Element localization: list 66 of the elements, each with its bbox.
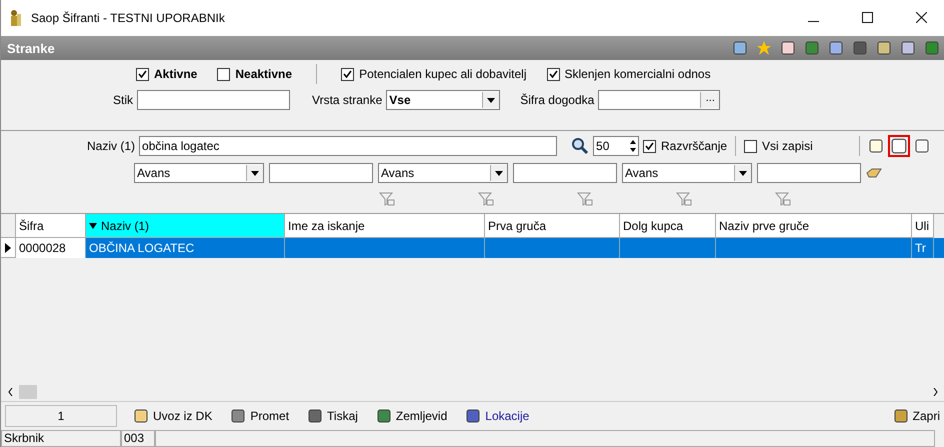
- checkbox-label: Aktivne: [154, 67, 198, 81]
- table-cell: OBČINA LOGATEC: [86, 238, 285, 258]
- scroll-right-icon[interactable]: [932, 388, 938, 396]
- table-cell: 0000028: [16, 238, 86, 258]
- type-dropdown[interactable]: Vse: [386, 90, 500, 110]
- checkbox[interactable]: [217, 68, 230, 80]
- star-icon[interactable]: [756, 40, 772, 56]
- event-code-field[interactable]: ...: [598, 90, 720, 110]
- toolbar-button[interactable]: Zemljevid: [374, 406, 450, 426]
- column-header[interactable]: Ime za iskanje: [285, 214, 485, 238]
- table-row[interactable]: 0000028 OBČINA LOGATEC Tr: [1, 238, 944, 258]
- filter-field[interactable]: [269, 163, 373, 183]
- filter-field[interactable]: [757, 163, 861, 183]
- checkbox[interactable]: [744, 140, 758, 152]
- field-label: Šifra dogodka: [520, 93, 594, 107]
- column-header[interactable]: Prva gruča: [485, 214, 620, 238]
- panel-title: Stranke: [7, 40, 56, 56]
- window-title: Saop Šifranti - TESTNI UPORABNIk: [31, 11, 226, 25]
- minimize-icon[interactable]: [808, 20, 818, 22]
- close-icon[interactable]: [916, 12, 926, 22]
- app-icon: [9, 9, 23, 27]
- stik-field[interactable]: [137, 90, 290, 110]
- filter-dropdown[interactable]: Avans: [378, 163, 508, 183]
- close-button[interactable]: Zapri: [890, 406, 942, 426]
- caret-icon: [251, 170, 259, 176]
- toolbar-button[interactable]: Uvoz iz DK: [131, 406, 214, 426]
- search-field[interactable]: občina logatec: [139, 136, 558, 156]
- filter-field[interactable]: [513, 163, 617, 183]
- checkbox-label: Vsi zapisi: [762, 139, 813, 153]
- checkbox[interactable]: [136, 68, 149, 80]
- search-icon[interactable]: [571, 137, 590, 155]
- toolbar-button[interactable]: Tiskaj: [305, 406, 360, 426]
- toolbar-button[interactable]: Lokacije: [463, 406, 532, 426]
- column-header[interactable]: Uli: [912, 214, 934, 238]
- column-header[interactable]: Dolg kupca: [620, 214, 716, 238]
- status-field: Skrbnik: [1, 430, 121, 447]
- row-pointer-icon: [5, 242, 11, 252]
- checkbox[interactable]: [546, 68, 560, 80]
- field-label: Stik: [113, 93, 134, 107]
- toolbar-button[interactable]: Promet: [228, 406, 292, 426]
- caret-icon: [739, 170, 747, 176]
- checkbox-label: Potencialen kupec ali dobavitelj: [359, 67, 527, 81]
- spinner-arrows-icon[interactable]: [628, 138, 638, 154]
- status-field: 003: [121, 430, 155, 447]
- column-header[interactable]: Šifra: [16, 214, 86, 238]
- table-cell: Tr: [912, 238, 934, 258]
- caret-icon: [495, 170, 503, 176]
- column-header[interactable]: Naziv prve gruče: [716, 214, 912, 238]
- caret-icon: [487, 98, 496, 102]
- field-label: Vrsta stranke: [312, 93, 382, 107]
- checkbox-label: Razvrščanje: [661, 139, 728, 153]
- checkbox-label: Sklenjen komercialni odnos: [564, 67, 711, 81]
- checkbox[interactable]: [341, 68, 354, 80]
- count-spinner[interactable]: 50: [593, 136, 640, 156]
- eraser-icon[interactable]: [866, 168, 882, 178]
- scroll-left-icon[interactable]: [8, 388, 12, 396]
- checkbox[interactable]: [643, 140, 656, 152]
- column-header[interactable]: Naziv (1): [86, 214, 285, 238]
- filter-dropdown[interactable]: Avans: [134, 163, 264, 183]
- sort-icon: [89, 222, 97, 228]
- checkbox-label: Neaktivne: [235, 67, 292, 81]
- maximize-icon[interactable]: [862, 12, 872, 22]
- filter-dropdown[interactable]: Avans: [622, 163, 752, 183]
- record-counter: 1: [5, 405, 117, 427]
- scrollbar-thumb[interactable]: [19, 385, 37, 399]
- field-label: Naziv (1): [87, 139, 136, 153]
